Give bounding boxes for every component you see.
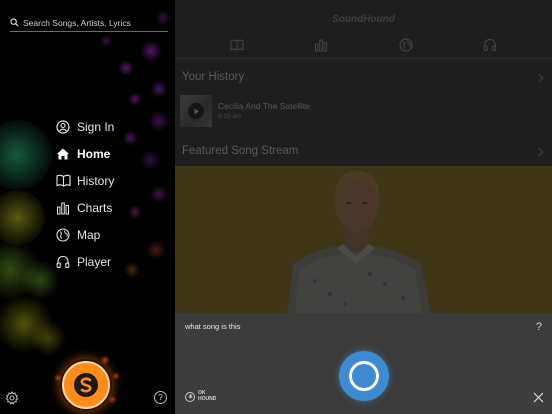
home-icon — [55, 146, 71, 162]
featured-song-image[interactable] — [175, 166, 552, 314]
microphone-icon — [185, 391, 195, 402]
globe-icon[interactable] — [399, 38, 413, 52]
bar-chart-icon — [55, 200, 71, 216]
sidebar-item-history[interactable]: History — [55, 167, 114, 194]
soundhound-logo-icon — [74, 373, 98, 397]
book-icon — [55, 173, 71, 189]
settings-gear-icon[interactable] — [5, 391, 19, 405]
bar-chart-icon[interactable] — [314, 38, 328, 52]
listen-button[interactable] — [339, 351, 389, 401]
divider — [175, 58, 552, 59]
sidebar-item-label: Sign In — [77, 119, 115, 134]
sidebar-item-charts[interactable]: Charts — [55, 194, 114, 221]
search-icon — [10, 18, 19, 27]
tab-bar — [175, 38, 552, 56]
album-art — [180, 95, 212, 127]
listening-panel: what song is this ? OK HOUND — [175, 313, 552, 414]
book-icon[interactable] — [230, 38, 244, 52]
play-icon[interactable] — [188, 103, 204, 119]
sidebar-item-map[interactable]: Map — [55, 221, 114, 248]
listening-ring-icon — [349, 361, 379, 391]
headphones-icon — [55, 254, 71, 270]
listening-help-button[interactable]: ? — [536, 321, 542, 333]
history-song-title: Cecilia And The Satellite — [218, 101, 310, 111]
sidebar-item-label: Player — [77, 254, 112, 269]
ok-hound-badge: OK HOUND — [185, 390, 217, 402]
globe-icon — [55, 227, 71, 243]
sidebar-item-label: Home — [77, 146, 111, 161]
sidebar-nav: Sign In Home History Charts Map Player — [55, 113, 114, 275]
search-input[interactable] — [23, 17, 163, 28]
sidebar: Sign In Home History Charts Map — [0, 0, 175, 414]
search-bar[interactable] — [10, 14, 168, 32]
user-circle-icon — [55, 119, 71, 135]
soundhound-listen-button[interactable] — [62, 361, 110, 409]
sidebar-item-home[interactable]: Home — [55, 140, 114, 167]
sidebar-item-player[interactable]: Player — [55, 248, 114, 275]
section-title-featured[interactable]: Featured Song Stream — [182, 145, 298, 157]
sidebar-item-label: History — [77, 173, 115, 188]
app-title: SoundHound — [332, 14, 395, 25]
sidebar-item-sign-in[interactable]: Sign In — [55, 113, 114, 140]
artist-photo — [175, 166, 552, 314]
chevron-right-icon[interactable] — [534, 147, 544, 157]
chevron-right-icon[interactable] — [534, 73, 544, 83]
voice-query-text: what song is this — [185, 322, 241, 331]
section-title-history[interactable]: Your History — [182, 71, 244, 83]
history-list-item[interactable]: Cecilia And The Satellite 8:15 am — [180, 95, 547, 127]
close-icon[interactable] — [533, 392, 544, 403]
sidebar-item-label: Charts — [77, 200, 113, 215]
headphones-icon[interactable] — [483, 38, 497, 52]
help-button[interactable]: ? — [154, 391, 167, 404]
sidebar-item-label: Map — [77, 227, 101, 242]
ok-hound-label: OK HOUND — [198, 390, 217, 402]
history-timestamp: 8:15 am — [218, 113, 242, 120]
